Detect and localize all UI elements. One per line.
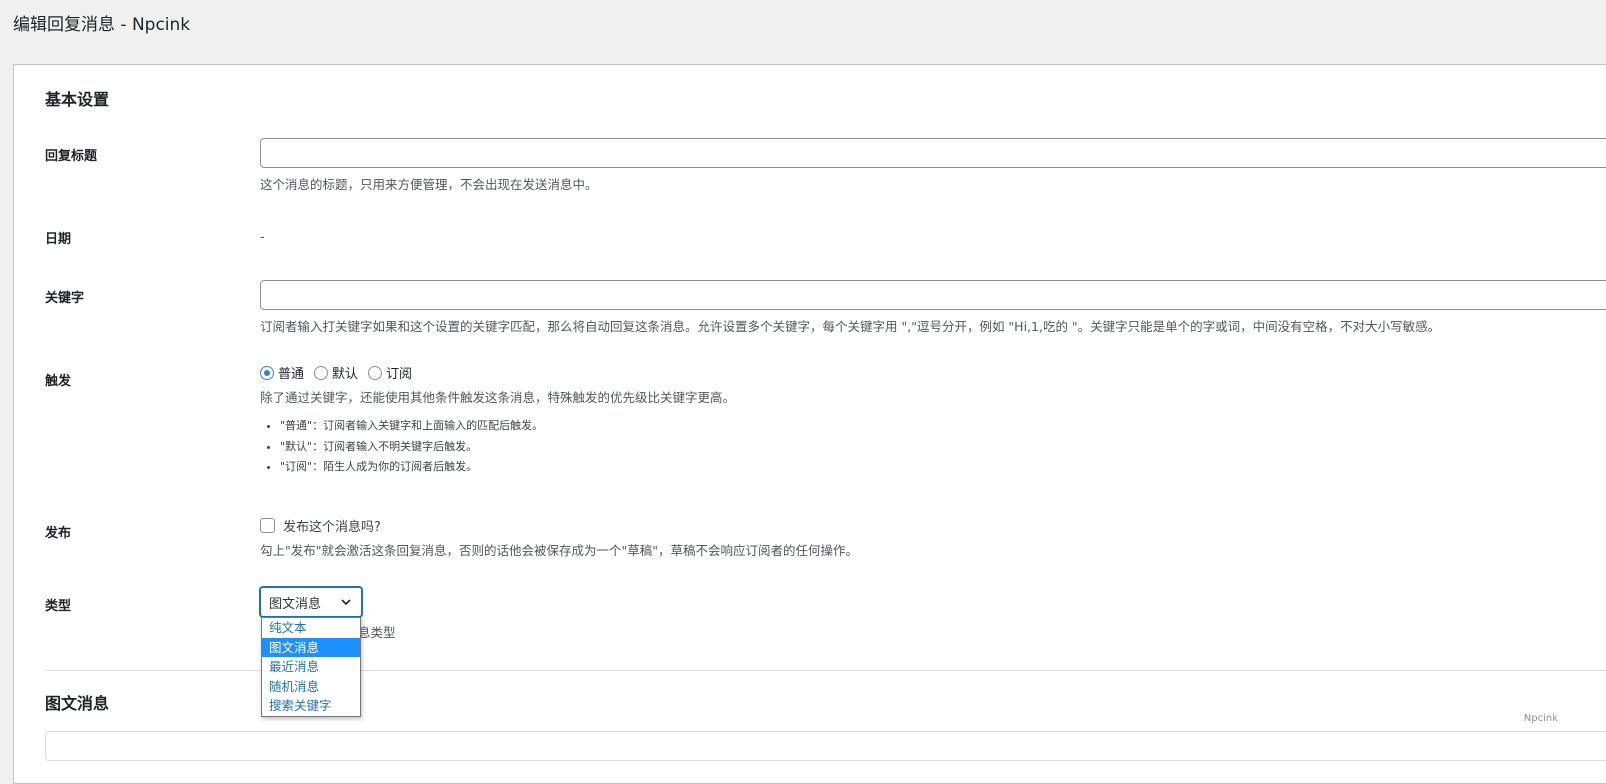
radio-default[interactable]: [314, 365, 329, 380]
trigger-option-subscribe-label: 订阅: [386, 367, 413, 382]
trigger-note: "默认"：订阅者输入不明关键字后触发。: [280, 437, 543, 458]
trigger-option-default-label: 默认: [332, 367, 359, 382]
trigger-option-default[interactable]: 默认: [314, 363, 358, 382]
reply-title-label: 回复标题: [45, 149, 98, 164]
trigger-option-normal[interactable]: 普通: [260, 363, 304, 382]
type-dropdown: 纯文本 图文消息 最近消息 随机消息 搜索关键字: [261, 617, 361, 717]
section-title-basic: 基本设置: [45, 90, 110, 109]
trigger-radio-group: 普通 默认 订阅: [260, 363, 422, 382]
type-option-random[interactable]: 随机消息: [262, 677, 360, 697]
reply-title-description: 这个消息的标题，只用来方便管理，不会出现在发送消息中。: [260, 177, 598, 192]
type-option-news[interactable]: 图文消息: [262, 637, 360, 657]
type-select[interactable]: 图文消息: [260, 587, 362, 617]
watermark: Npcink: [1523, 713, 1558, 724]
type-option-plain-text[interactable]: 纯文本: [262, 618, 360, 638]
keyword-description: 订阅者输入打关键字如果和这个设置的关键字匹配，那么将自动回复这条消息。允许设置多…: [260, 319, 1441, 334]
keyword-label: 关键字: [45, 291, 85, 306]
publish-label: 发布: [45, 526, 72, 541]
type-label: 类型: [45, 599, 72, 614]
trigger-option-normal-label: 普通: [278, 367, 305, 382]
trigger-note: "普通"：订阅者输入关键字和上面输入的匹配后触发。: [280, 416, 543, 437]
type-description: 息类型: [358, 625, 396, 640]
reply-title-input[interactable]: [260, 138, 1606, 168]
trigger-option-subscribe[interactable]: 订阅: [368, 363, 412, 382]
trigger-notes: "普通"：订阅者输入关键字和上面输入的匹配后触发。 "默认"：订阅者输入不明关键…: [260, 416, 543, 478]
news-box: [45, 731, 1606, 761]
radio-normal[interactable]: [260, 365, 274, 380]
publish-checkbox-label: 发布这个消息吗?: [283, 520, 381, 535]
trigger-note: "订阅"：陌生人成为你的订阅者后触发。: [280, 457, 543, 478]
keyword-input[interactable]: [260, 280, 1606, 310]
date-value: -: [260, 230, 265, 245]
publish-description: 勾上"发布"就会激活这条回复消息，否则的话他会被保存成为一个"草稿"，草稿不会响…: [260, 543, 859, 558]
trigger-label: 触发: [45, 374, 72, 389]
type-option-recent[interactable]: 最近消息: [262, 657, 360, 677]
page-title: 编辑回复消息 - Npcink: [13, 15, 191, 35]
type-option-search-keyword[interactable]: 搜索关键字: [262, 696, 360, 716]
publish-checkbox[interactable]: [260, 518, 275, 533]
type-select-value: 图文消息: [269, 596, 322, 612]
section-title-news: 图文消息: [45, 694, 110, 713]
publish-checkbox-row[interactable]: 发布这个消息吗?: [260, 516, 381, 535]
radio-subscribe[interactable]: [368, 365, 383, 380]
trigger-description: 除了通过关键字，还能使用其他条件触发这条消息，特殊触发的优先级比关键字更高。: [260, 390, 736, 405]
date-label: 日期: [45, 232, 72, 247]
settings-panel: [13, 64, 1606, 784]
chevron-down-icon: [341, 599, 351, 606]
